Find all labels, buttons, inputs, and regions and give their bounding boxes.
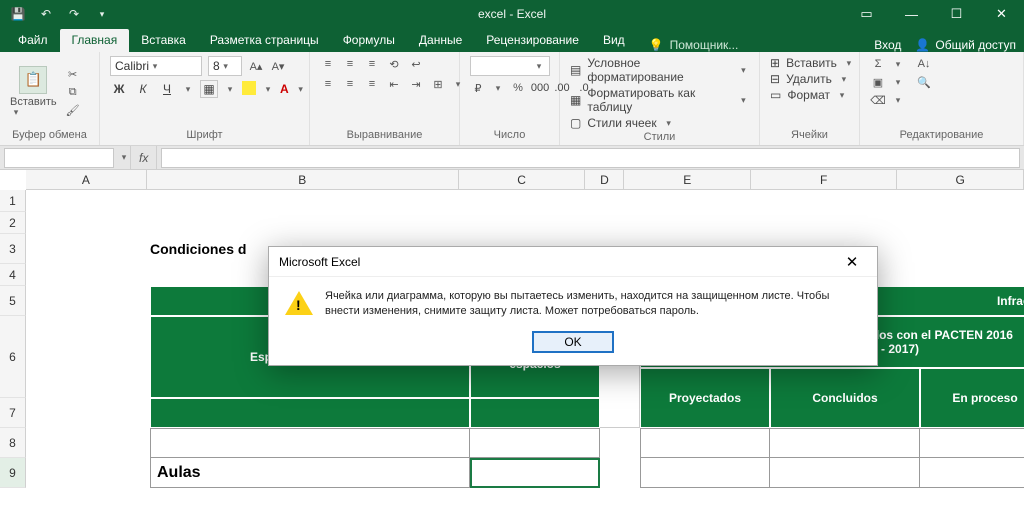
dialog-close-button[interactable]: ✕ bbox=[837, 247, 867, 277]
ok-button[interactable]: OK bbox=[532, 331, 614, 353]
dialog-message: Ячейка или диаграмма, которую вы пытаете… bbox=[325, 289, 861, 319]
warning-icon bbox=[285, 291, 313, 315]
close-icon: ✕ bbox=[846, 253, 859, 271]
protected-sheet-dialog: Microsoft Excel ✕ Ячейка или диаграмма, … bbox=[268, 246, 878, 366]
dialog-backdrop: Microsoft Excel ✕ Ячейка или диаграмма, … bbox=[0, 0, 1024, 512]
dialog-title: Microsoft Excel bbox=[279, 255, 360, 269]
